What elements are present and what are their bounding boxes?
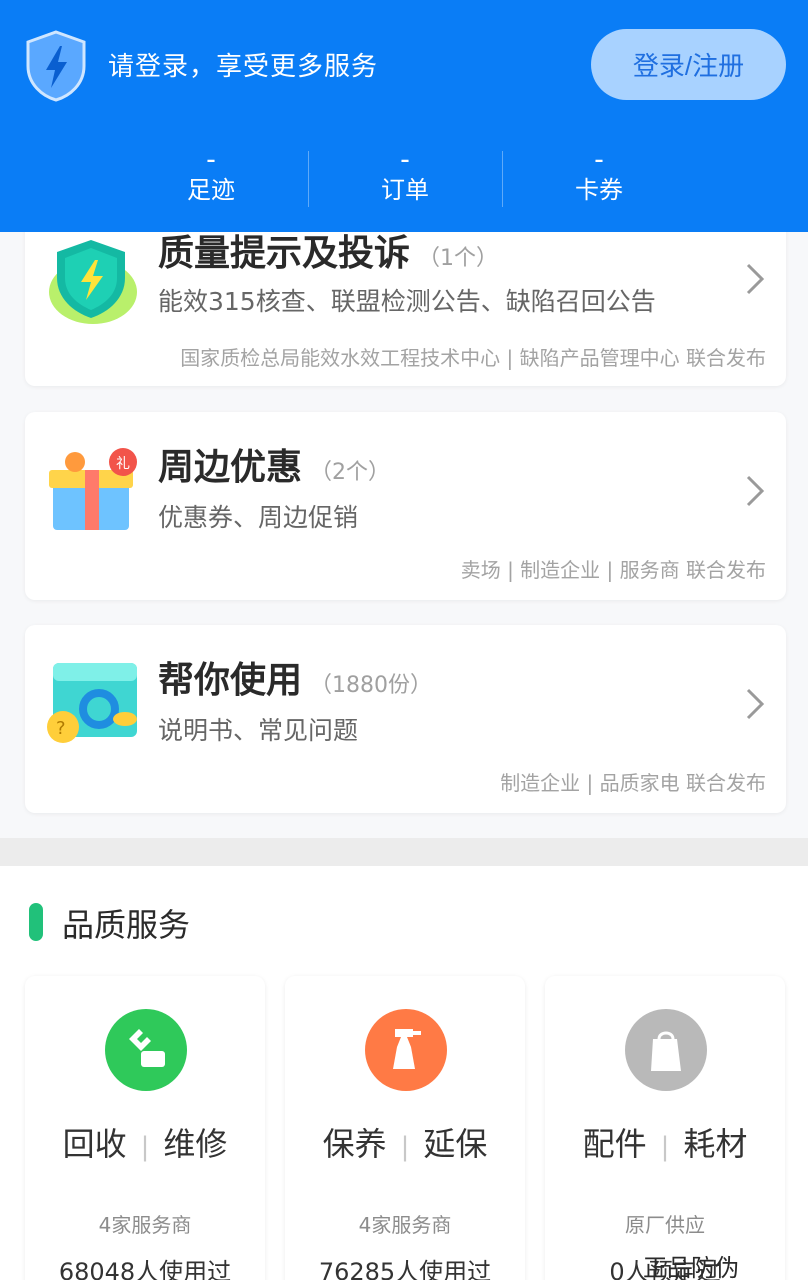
stat-coupons[interactable]: – 卡券 xyxy=(502,148,696,212)
stat-footprint[interactable]: – 足迹 xyxy=(114,148,308,212)
user-stats: – 足迹 – 订单 – 卡券 xyxy=(114,148,696,212)
card-title: 周边优惠 （2个） xyxy=(158,438,390,490)
service-name-a: 回收 xyxy=(62,1125,127,1163)
service-meta: 原厂供应 xyxy=(625,1213,705,1237)
manual-gear-icon: ? xyxy=(47,663,137,743)
card-usage-help[interactable]: ? 帮你使用 （1880份） 说明书、常见问题 制造企业 | 品质家电 联合发布 xyxy=(25,625,786,813)
service-name-b: 维修 xyxy=(163,1125,228,1163)
svg-text:礼: 礼 xyxy=(116,456,130,472)
card-title: 帮你使用 （1880份） xyxy=(158,651,432,703)
card-subtitle: 优惠券、周边促销 xyxy=(158,503,359,532)
separator: | xyxy=(400,1132,410,1162)
card-title-text: 帮你使用 xyxy=(158,660,303,701)
stat-value: – xyxy=(594,150,604,171)
separator: | xyxy=(660,1132,670,1162)
card-subtitle: 说明书、常见问题 xyxy=(158,716,359,745)
wrench-hand-icon xyxy=(105,1009,187,1091)
card-quality-notice[interactable]: 质量提示及投诉 （1个） 能效315核查、联盟检测公告、缺陷召回公告 国家质检总局… xyxy=(25,210,786,386)
chevron-right-icon xyxy=(746,263,765,295)
svg-text:?: ? xyxy=(56,718,66,739)
service-name-a: 保养 xyxy=(322,1125,387,1163)
card-footer: 制造企业 | 品质家电 联合发布 xyxy=(500,771,766,795)
service-name-b: 延保 xyxy=(423,1125,488,1163)
service-name: 配件 | 耗材 xyxy=(545,1119,785,1165)
shopping-bag-icon xyxy=(625,1009,707,1091)
service-maintain-warranty[interactable]: 保养 | 延保 4家服务商 76285人使用过 xyxy=(285,976,525,1280)
login-prompt[interactable]: 请登录，享受更多服务 xyxy=(108,46,378,83)
service-users: 68048人使用过 xyxy=(58,1258,232,1280)
quality-shield-icon xyxy=(49,240,137,324)
stat-value: – xyxy=(400,150,410,171)
top-header: 请登录，享受更多服务 登录/注册 – 足迹 – 订单 – 卡券 xyxy=(0,0,808,232)
chevron-right-icon xyxy=(746,688,765,720)
stat-label: 订单 xyxy=(381,176,429,204)
card-count: （2个） xyxy=(310,460,391,485)
section-divider xyxy=(0,838,808,866)
section-marker xyxy=(29,903,43,941)
service-name-a: 配件 xyxy=(582,1125,647,1163)
card-title-text: 质量提示及投诉 xyxy=(158,233,411,274)
separator: | xyxy=(140,1132,150,1162)
service-meta: 4家服务商 xyxy=(98,1213,192,1237)
service-users: 76285人使用过 xyxy=(318,1258,492,1280)
card-footer: 卖场 | 制造企业 | 服务商 联合发布 xyxy=(460,558,766,582)
stat-label: 卡券 xyxy=(575,176,623,204)
shield-lightning-icon xyxy=(26,30,86,102)
section-title: 品质服务 xyxy=(62,906,191,944)
service-parts-supplies[interactable]: 配件 | 耗材 原厂供应 0人预定过 xyxy=(545,976,785,1280)
stat-label: 足迹 xyxy=(187,176,235,204)
card-count: （1880份） xyxy=(310,673,433,698)
service-name: 保养 | 延保 xyxy=(285,1119,525,1165)
service-recycle-repair[interactable]: 回收 | 维修 4家服务商 68048人使用过 xyxy=(25,976,265,1280)
service-name: 回收 | 维修 xyxy=(25,1119,265,1165)
anti-counterfeit-label[interactable]: 正品防伪 xyxy=(643,1248,739,1280)
spray-bottle-icon xyxy=(365,1009,447,1091)
service-name-b: 耗材 xyxy=(683,1125,748,1163)
card-subtitle: 能效315核查、联盟检测公告、缺陷召回公告 xyxy=(158,287,656,316)
service-meta: 4家服务商 xyxy=(358,1213,452,1237)
login-register-button[interactable]: 登录/注册 xyxy=(591,29,786,100)
gift-box-icon: 礼 xyxy=(49,448,137,530)
chevron-right-icon xyxy=(746,475,765,507)
stat-orders[interactable]: – 订单 xyxy=(308,148,502,212)
card-footer: 国家质检总局能效水效工程技术中心 | 缺陷产品管理中心 联合发布 xyxy=(180,346,766,370)
card-nearby-deals[interactable]: 礼 周边优惠 （2个） 优惠券、周边促销 卖场 | 制造企业 | 服务商 联合发布 xyxy=(25,412,786,600)
card-count: （1个） xyxy=(418,246,499,271)
stat-value: – xyxy=(206,150,216,171)
card-title-text: 周边优惠 xyxy=(158,447,303,488)
